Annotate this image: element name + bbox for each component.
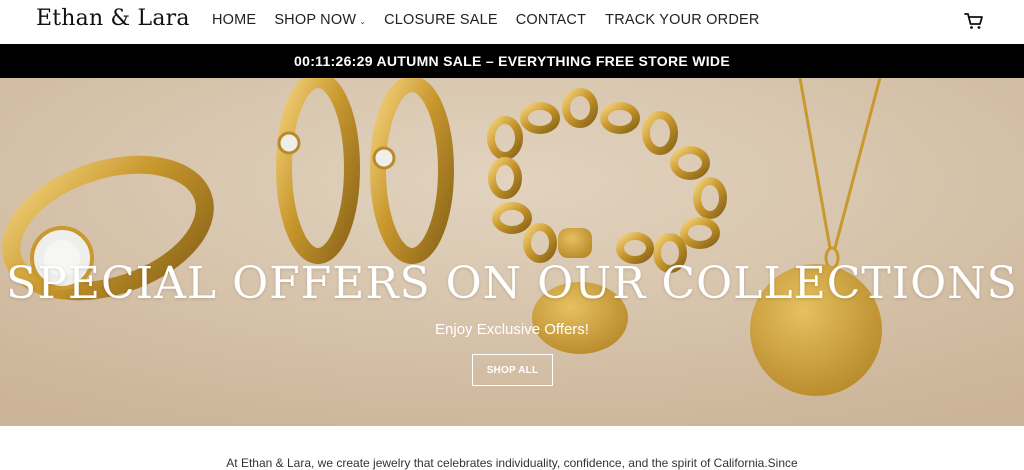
cart-icon[interactable] [964, 12, 984, 30]
nav-home[interactable]: HOME [212, 12, 256, 28]
nav-track-order[interactable]: TRACK YOUR ORDER [605, 12, 759, 28]
intro-text: At Ethan & Lara, we create jewelry that … [226, 456, 798, 470]
nav-home-label: HOME [212, 12, 257, 28]
chevron-down-icon: ⌄ [359, 16, 367, 26]
hero-title: SPECIAL OFFERS ON OUR COLLECTIONS [6, 258, 1018, 309]
main-nav: HOME SHOP NOW ⌄ CLOSURE SALE CONTACT TRA… [212, 12, 760, 28]
brand-logo[interactable]: Ethan & Lara [36, 6, 190, 31]
nav-closure-sale[interactable]: CLOSURE SALE [384, 12, 498, 28]
nav-closure-sale-label: CLOSURE SALE [384, 12, 498, 28]
nav-contact[interactable]: CONTACT [516, 12, 586, 28]
hero-banner: SPECIAL OFFERS ON OUR COLLECTIONS Enjoy … [0, 78, 1024, 426]
announcement-bar: 00:11:26:29 AUTUMN SALE – EVERYTHING FRE… [0, 44, 1024, 78]
nav-shop-now[interactable]: SHOP NOW ⌄ [274, 12, 366, 28]
nav-contact-label: CONTACT [515, 12, 587, 28]
nav-shop-now-label: SHOP NOW [274, 12, 357, 28]
nav-track-order-label: TRACK YOUR ORDER [605, 12, 760, 28]
site-header: Ethan & Lara HOME SHOP NOW ⌄ CLOSURE SAL… [0, 0, 1024, 44]
shop-all-button[interactable]: SHOP ALL [472, 354, 553, 386]
hero-subtitle: Enjoy Exclusive Offers! [435, 321, 589, 338]
announcement-text: 00:11:26:29 AUTUMN SALE – EVERYTHING FRE… [294, 53, 730, 69]
